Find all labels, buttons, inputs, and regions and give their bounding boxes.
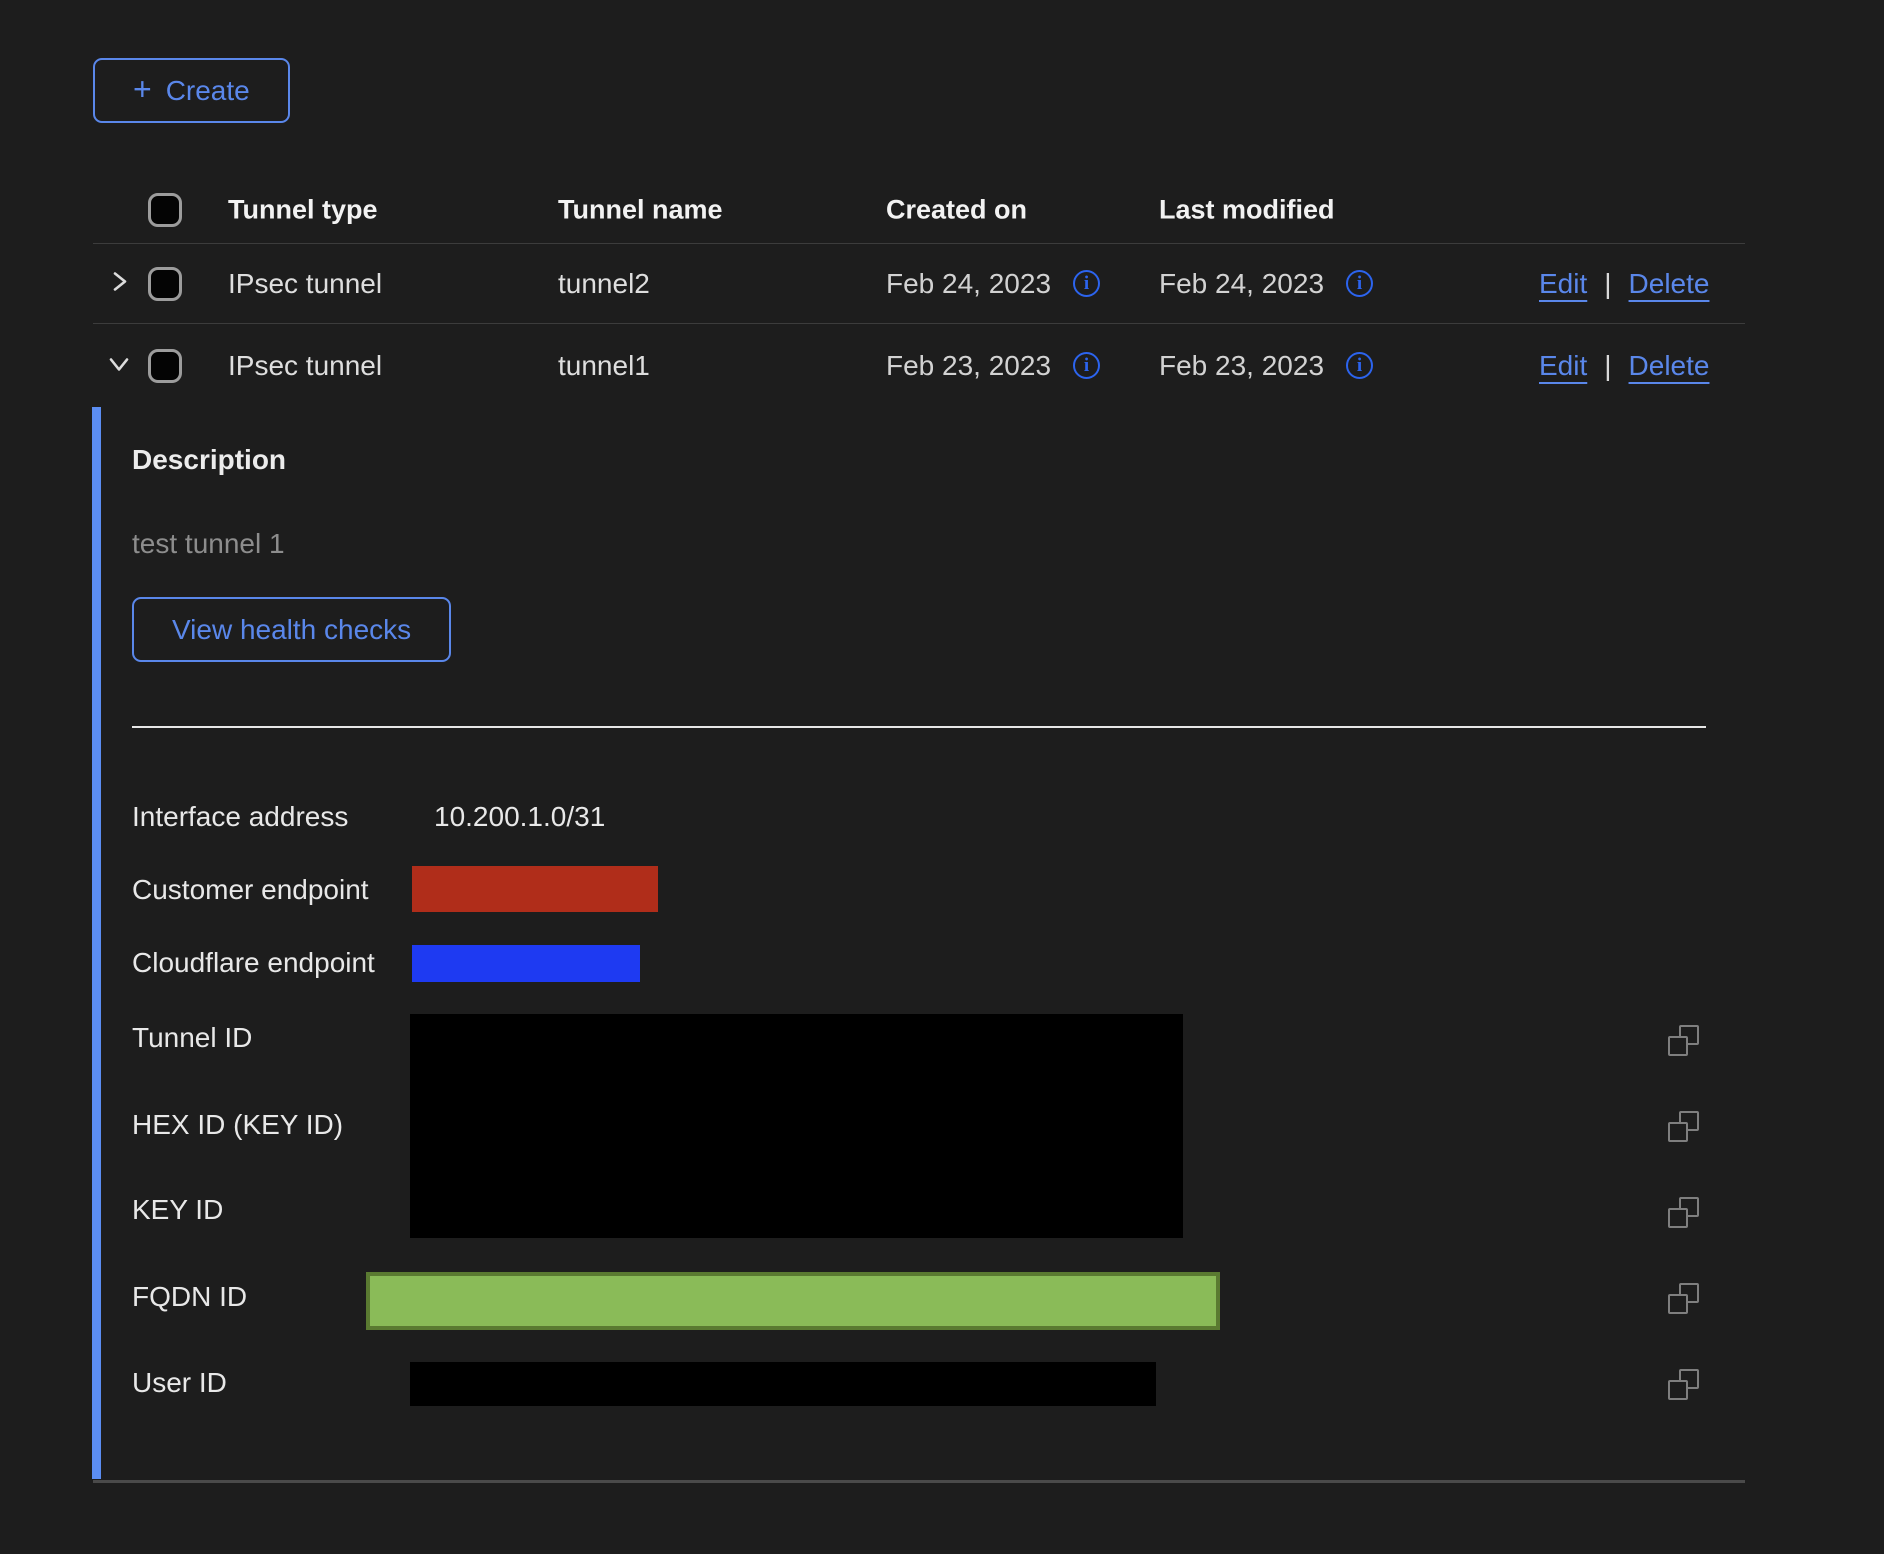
description-value: test tunnel 1	[132, 528, 285, 560]
create-button-label: Create	[166, 75, 250, 107]
row-checkbox[interactable]	[148, 267, 182, 301]
key-id-label: KEY ID	[132, 1194, 223, 1226]
user-id-redacted-value	[410, 1362, 1156, 1406]
edit-link[interactable]: Edit	[1539, 350, 1587, 382]
section-divider	[132, 726, 1706, 728]
tunnel-name-cell: tunnel1	[558, 350, 650, 382]
copy-icon[interactable]	[1668, 1111, 1699, 1142]
edit-link[interactable]: Edit	[1539, 268, 1587, 300]
tunnels-page: + Create Tunnel type Tunnel name Created…	[0, 0, 1884, 1554]
panel-bottom-divider	[93, 1480, 1745, 1483]
header-divider	[93, 243, 1745, 244]
chevron-down-icon[interactable]	[104, 348, 134, 378]
table-row: IPsec tunnel tunnel1 Feb 23, 2023 i Feb …	[93, 324, 1745, 407]
user-id-label: User ID	[132, 1367, 227, 1399]
last-modified-date: Feb 24, 2023	[1159, 268, 1324, 300]
column-header-tunnel-name: Tunnel name	[558, 195, 723, 226]
hex-id-label: HEX ID (KEY ID)	[132, 1109, 343, 1141]
row-actions: Edit | Delete	[1539, 268, 1709, 300]
created-on-cell: Feb 23, 2023 i	[886, 350, 1100, 382]
view-health-checks-label: View health checks	[172, 614, 411, 646]
row-divider	[93, 323, 1745, 324]
copy-icon[interactable]	[1668, 1025, 1699, 1056]
column-header-tunnel-type: Tunnel type	[228, 195, 378, 226]
interface-address-value: 10.200.1.0/31	[434, 801, 605, 833]
info-icon[interactable]: i	[1346, 270, 1373, 297]
plus-icon: +	[133, 73, 152, 105]
row-actions: Edit | Delete	[1539, 350, 1709, 382]
copy-icon[interactable]	[1668, 1369, 1699, 1400]
delete-link[interactable]: Delete	[1629, 350, 1710, 382]
table-row: IPsec tunnel tunnel2 Feb 24, 2023 i Feb …	[93, 244, 1745, 323]
column-header-last-modified: Last modified	[1159, 195, 1335, 226]
column-header-created-on: Created on	[886, 195, 1027, 226]
customer-endpoint-label: Customer endpoint	[132, 874, 369, 906]
created-on-cell: Feb 24, 2023 i	[886, 268, 1100, 300]
last-modified-date: Feb 23, 2023	[1159, 350, 1324, 382]
created-on-date: Feb 24, 2023	[886, 268, 1051, 300]
action-separator: |	[1604, 350, 1611, 382]
ids-redacted-block	[410, 1014, 1183, 1238]
delete-link[interactable]: Delete	[1629, 268, 1710, 300]
create-button[interactable]: + Create	[93, 58, 290, 123]
expanded-row-accent-bar	[92, 407, 101, 1479]
fqdn-id-label: FQDN ID	[132, 1281, 247, 1313]
last-modified-cell: Feb 24, 2023 i	[1159, 268, 1373, 300]
tunnel-name-cell: tunnel2	[558, 268, 650, 300]
chevron-right-icon[interactable]	[104, 266, 134, 296]
copy-icon[interactable]	[1668, 1197, 1699, 1228]
table-header-row: Tunnel type Tunnel name Created on Last …	[93, 177, 1745, 243]
last-modified-cell: Feb 23, 2023 i	[1159, 350, 1373, 382]
cloudflare-endpoint-redacted-value	[412, 945, 640, 982]
created-on-date: Feb 23, 2023	[886, 350, 1051, 382]
customer-endpoint-redacted-value	[412, 866, 658, 912]
tunnel-id-label: Tunnel ID	[132, 1022, 252, 1054]
interface-address-label: Interface address	[132, 801, 348, 833]
info-icon[interactable]: i	[1073, 270, 1100, 297]
description-label: Description	[132, 444, 286, 476]
select-all-checkbox[interactable]	[148, 193, 182, 227]
action-separator: |	[1604, 268, 1611, 300]
tunnel-type-cell: IPsec tunnel	[228, 350, 382, 382]
cloudflare-endpoint-label: Cloudflare endpoint	[132, 947, 375, 979]
fqdn-id-redacted-value	[366, 1272, 1220, 1330]
row-checkbox[interactable]	[148, 349, 182, 383]
tunnel-type-cell: IPsec tunnel	[228, 268, 382, 300]
copy-icon[interactable]	[1668, 1283, 1699, 1314]
info-icon[interactable]: i	[1073, 352, 1100, 379]
view-health-checks-button[interactable]: View health checks	[132, 597, 451, 662]
info-icon[interactable]: i	[1346, 352, 1373, 379]
